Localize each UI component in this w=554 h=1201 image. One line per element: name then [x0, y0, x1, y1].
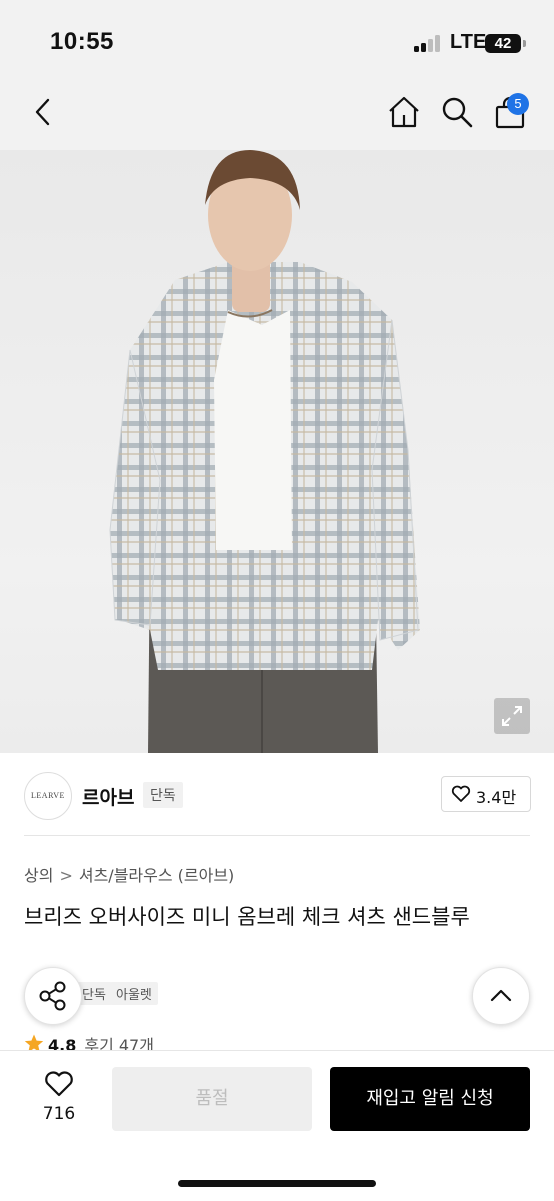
- status-time: 10:55: [50, 28, 114, 55]
- restock-alert-button[interactable]: 재입고 알림 신청: [330, 1067, 530, 1131]
- divider: [24, 835, 530, 836]
- home-indicator: [178, 1180, 376, 1187]
- breadcrumb-item[interactable]: 상의: [24, 866, 53, 885]
- brand-logo[interactable]: LEARVE: [24, 772, 72, 820]
- status-bar: 10:55 LTE 42: [0, 0, 554, 84]
- brand-like-button[interactable]: 3.4만: [441, 776, 531, 812]
- scroll-top-button[interactable]: [472, 967, 530, 1025]
- wish-count: 716: [42, 1104, 76, 1124]
- model-illustration: [109, 150, 420, 753]
- search-icon: [442, 97, 473, 128]
- like-count: 3.4만: [476, 788, 517, 807]
- cart-count-badge: 5: [507, 93, 529, 115]
- expand-image-button[interactable]: [494, 698, 530, 734]
- breadcrumb: 상의 > 셔츠/블라우스 (르아브): [24, 862, 234, 886]
- heart-icon: [451, 785, 471, 802]
- home-icon: [389, 96, 419, 128]
- home-button[interactable]: [386, 94, 422, 130]
- battery-level: 42: [494, 35, 512, 52]
- product-title: 브리즈 오버사이즈 미니 옴브레 체크 셔츠 샌드블루: [24, 905, 470, 929]
- heart-icon: [45, 1071, 73, 1097]
- product-image[interactable]: [0, 150, 554, 753]
- chevron-left-icon: [35, 98, 50, 126]
- expand-icon: [502, 706, 522, 726]
- back-button[interactable]: [28, 94, 58, 130]
- tag-outlet: 아울렛: [110, 982, 158, 1005]
- brand-logo-text: LEARVE: [31, 791, 65, 800]
- battery-cap: [523, 40, 526, 47]
- battery-icon: 42: [485, 34, 521, 53]
- breadcrumb-separator-icon: >: [59, 866, 73, 885]
- breadcrumb-item[interactable]: 셔츠/블라우스 (르아브): [79, 866, 234, 885]
- signal-icon: [414, 34, 444, 52]
- network-label: LTE: [450, 31, 487, 53]
- search-button[interactable]: [440, 95, 474, 129]
- share-button[interactable]: [24, 967, 82, 1025]
- brand-name[interactable]: 르아브: [82, 783, 134, 810]
- soldout-button: 품절: [112, 1067, 312, 1131]
- share-icon: [39, 981, 66, 1011]
- brand-exclusive-badge: 단독: [143, 782, 183, 808]
- chevron-up-icon: [490, 989, 512, 1002]
